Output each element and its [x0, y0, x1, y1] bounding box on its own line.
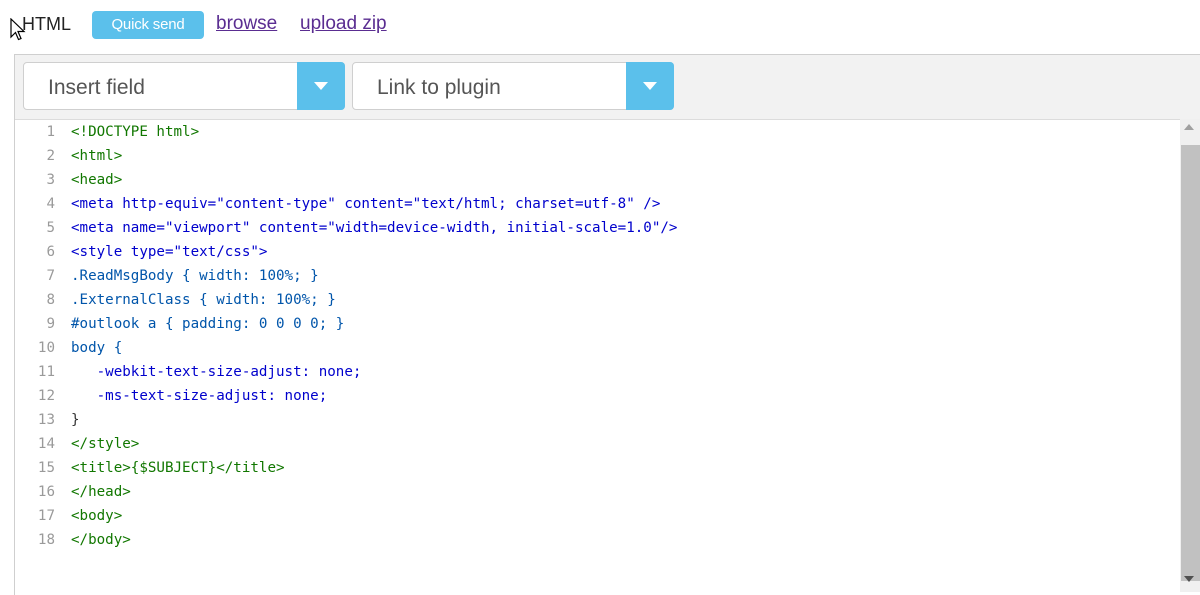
- line-number: 10: [37, 340, 55, 356]
- code-line: 5 <meta name="viewport" content="width=de…: [15, 216, 677, 240]
- code-line: 4 <meta http-equiv="content-type" content…: [15, 192, 660, 216]
- line-number: 18: [37, 532, 55, 548]
- insert-field-toggle[interactable]: [297, 62, 345, 110]
- line-number: 3: [46, 172, 55, 188]
- line-number: 12: [37, 388, 55, 404]
- upload-zip-link[interactable]: upload zip: [300, 13, 387, 35]
- code-text: </style>: [71, 436, 140, 452]
- line-number: 5: [46, 220, 55, 236]
- code-line: 2 <html>: [15, 144, 122, 168]
- code-text: -ms-text-size-adjust: none;: [71, 388, 328, 404]
- scroll-down-arrow-icon[interactable]: [1184, 576, 1194, 582]
- code-line: 6 <style type="text/css">: [15, 240, 267, 264]
- link-to-plugin-toggle[interactable]: [626, 62, 674, 110]
- code-line: 9 #outlook a { padding: 0 0 0 0; }: [15, 312, 344, 336]
- code-line: 10 body {: [15, 336, 122, 360]
- line-number: 11: [37, 364, 55, 380]
- code-text: <title>{$SUBJECT}</title>: [71, 460, 285, 476]
- code-text: <body>: [71, 508, 123, 524]
- code-editor: Insert field Link to plugin 1 <!DOCTYPE h…: [14, 54, 1200, 595]
- code-line: 13}: [15, 408, 80, 432]
- line-number: 8: [46, 292, 55, 308]
- code-text: <html>: [71, 148, 123, 164]
- chevron-down-icon: [643, 82, 657, 90]
- code-line: 14 </style>: [15, 432, 139, 456]
- code-text: #outlook a { padding: 0 0 0 0; }: [71, 316, 345, 332]
- code-text: </head>: [71, 484, 131, 500]
- link-to-plugin-label: Link to plugin: [377, 76, 501, 99]
- line-number: 14: [37, 436, 55, 452]
- line-number: 16: [37, 484, 55, 500]
- code-text: <head>: [71, 172, 123, 188]
- line-number: 2: [46, 148, 55, 164]
- code-line: 3 <head>: [15, 168, 122, 192]
- link-to-plugin-dropdown[interactable]: Link to plugin: [352, 62, 674, 110]
- code-line: 17 <body>: [15, 504, 122, 528]
- code-line: 1 <!DOCTYPE html>: [15, 120, 199, 144]
- code-line: 12 -ms-text-size-adjust: none;: [15, 384, 327, 408]
- editor-toolbar: Insert field Link to plugin: [15, 55, 1200, 120]
- editor-header: HTML Quick send browse upload zip: [0, 0, 1200, 52]
- code-text: <meta name="viewport" content="width=dev…: [71, 220, 678, 236]
- code-text: body {: [71, 340, 123, 356]
- browse-link[interactable]: browse: [216, 13, 277, 35]
- quick-send-button[interactable]: Quick send: [92, 11, 204, 39]
- code-line: 8 .ExternalClass { width: 100%; }: [15, 288, 336, 312]
- code-text: }: [71, 412, 80, 428]
- format-label: HTML: [22, 14, 71, 34]
- code-line: 18 </body>: [15, 528, 131, 552]
- code-line: 15 <title>{$SUBJECT}</title>: [15, 456, 285, 480]
- code-text: .ReadMsgBody { width: 100%; }: [71, 268, 319, 284]
- line-number: 6: [46, 244, 55, 260]
- code-area[interactable]: 1 <!DOCTYPE html> 2 <html> 3 <head> 4 <meta …: [15, 120, 1181, 595]
- code-text: -webkit-text-size-adjust: none;: [71, 364, 362, 380]
- code-text: .ExternalClass { width: 100%; }: [71, 292, 336, 308]
- mouse-pointer-icon: [10, 18, 26, 41]
- line-number: 7: [46, 268, 55, 284]
- code-text: <meta http-equiv="content-type" content=…: [71, 196, 661, 212]
- code-text: <style type="text/css">: [71, 244, 268, 260]
- insert-field-dropdown[interactable]: Insert field: [23, 62, 345, 110]
- scrollbar-thumb[interactable]: [1181, 145, 1200, 581]
- code-line: 11 -webkit-text-size-adjust: none;: [15, 360, 362, 384]
- scroll-up-arrow-icon[interactable]: [1184, 124, 1194, 130]
- line-number: 9: [46, 316, 55, 332]
- code-text: <!DOCTYPE html>: [71, 124, 200, 140]
- code-line: 7 .ReadMsgBody { width: 100%; }: [15, 264, 319, 288]
- line-number: 13: [37, 412, 55, 428]
- chevron-down-icon: [314, 82, 328, 90]
- code-text: </body>: [71, 532, 131, 548]
- code-line: 16 </head>: [15, 480, 131, 504]
- line-number: 17: [37, 508, 55, 524]
- line-number: 4: [46, 196, 55, 212]
- insert-field-label: Insert field: [48, 76, 145, 99]
- line-number: 1: [46, 124, 55, 140]
- line-number: 15: [37, 460, 55, 476]
